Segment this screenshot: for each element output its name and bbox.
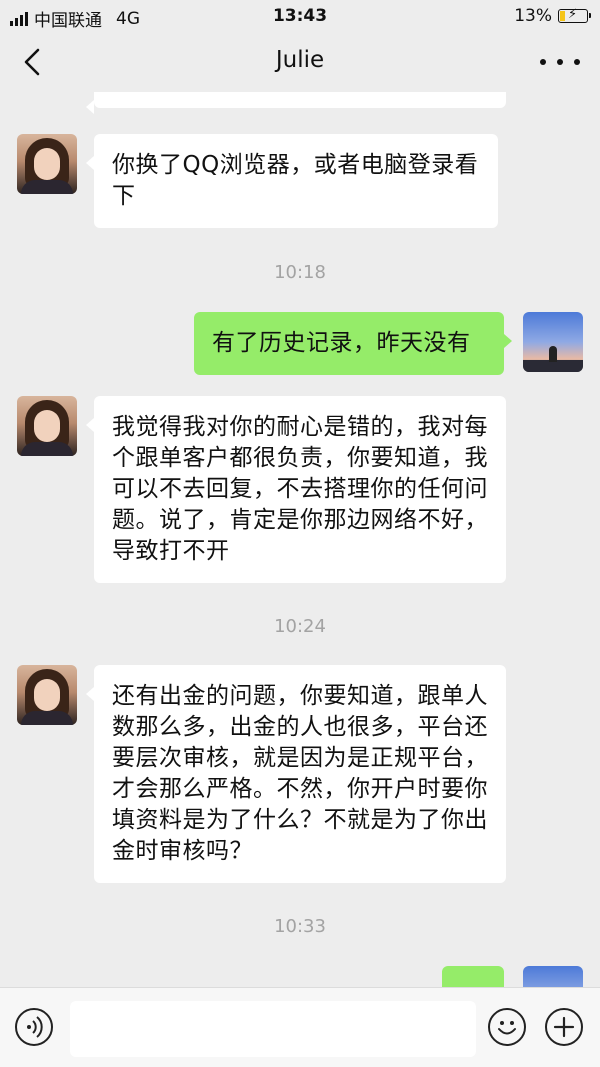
chat-area[interactable]: 你换了QQ浏览器，或者电脑登录看下 10:18 有了历史记录，昨天没有 我觉得我… (0, 92, 600, 987)
avatar[interactable] (17, 665, 77, 725)
timestamp: 10:24 (274, 616, 326, 637)
avatar[interactable] (17, 396, 77, 456)
message-text: 还有出金的问题，你要知道，跟单人数那么多，出金的人也很多，平台还要层次审核，就是… (112, 683, 488, 864)
more-dots-icon (540, 59, 546, 65)
emoji-button[interactable] (488, 1008, 526, 1046)
status-bar: 中国联通 4G 13:43 13% ⚡ (0, 0, 600, 32)
message-text: 我觉得我对你的耐心是错的，我对每个跟单客户都很负责，你要知道，我可以不去回复，不… (112, 414, 488, 564)
avatar-self[interactable] (523, 966, 583, 987)
message-text: 有了历史记录，昨天没有 (212, 330, 471, 356)
message-bubble[interactable]: 我觉得我对你的耐心是错的，我对每个跟单客户都很负责，你要知道，我可以不去回复，不… (86, 396, 506, 583)
message-bubble[interactable]: 还有出金的问题，你要知道，跟单人数那么多，出金的人也很多，平台还要层次审核，就是… (86, 665, 506, 883)
more-button[interactable] (540, 46, 580, 78)
message-text: 你换了QQ浏览器，或者电脑登录看下 (112, 152, 479, 209)
timestamp: 10:18 (274, 262, 326, 283)
status-right: 13% ⚡ (514, 6, 591, 26)
chat-title: Julie (275, 47, 325, 73)
message-bubble[interactable]: 你换了QQ浏览器，或者电脑登录看下 (86, 134, 498, 228)
battery-percent: 13% (514, 6, 552, 26)
avatar[interactable] (17, 134, 77, 194)
input-bar (0, 987, 600, 1067)
voice-button[interactable] (15, 1008, 53, 1046)
message-input[interactable] (70, 1001, 476, 1057)
emoji-icon (498, 1021, 516, 1035)
voice-icon (27, 1016, 43, 1038)
message-bubble-outgoing-partial[interactable] (442, 966, 504, 987)
avatar-self[interactable] (523, 312, 583, 372)
more-actions-button[interactable] (545, 1008, 583, 1046)
message-bubble-outgoing[interactable]: 有了历史记录，昨天没有 (194, 312, 512, 375)
status-time: 13:43 (272, 6, 328, 26)
battery-icon: ⚡ (558, 8, 591, 23)
plus-icon (553, 1016, 575, 1038)
message-bubble-partial (86, 92, 506, 114)
chat-header: Julie (0, 32, 600, 92)
timestamp: 10:33 (274, 916, 326, 937)
